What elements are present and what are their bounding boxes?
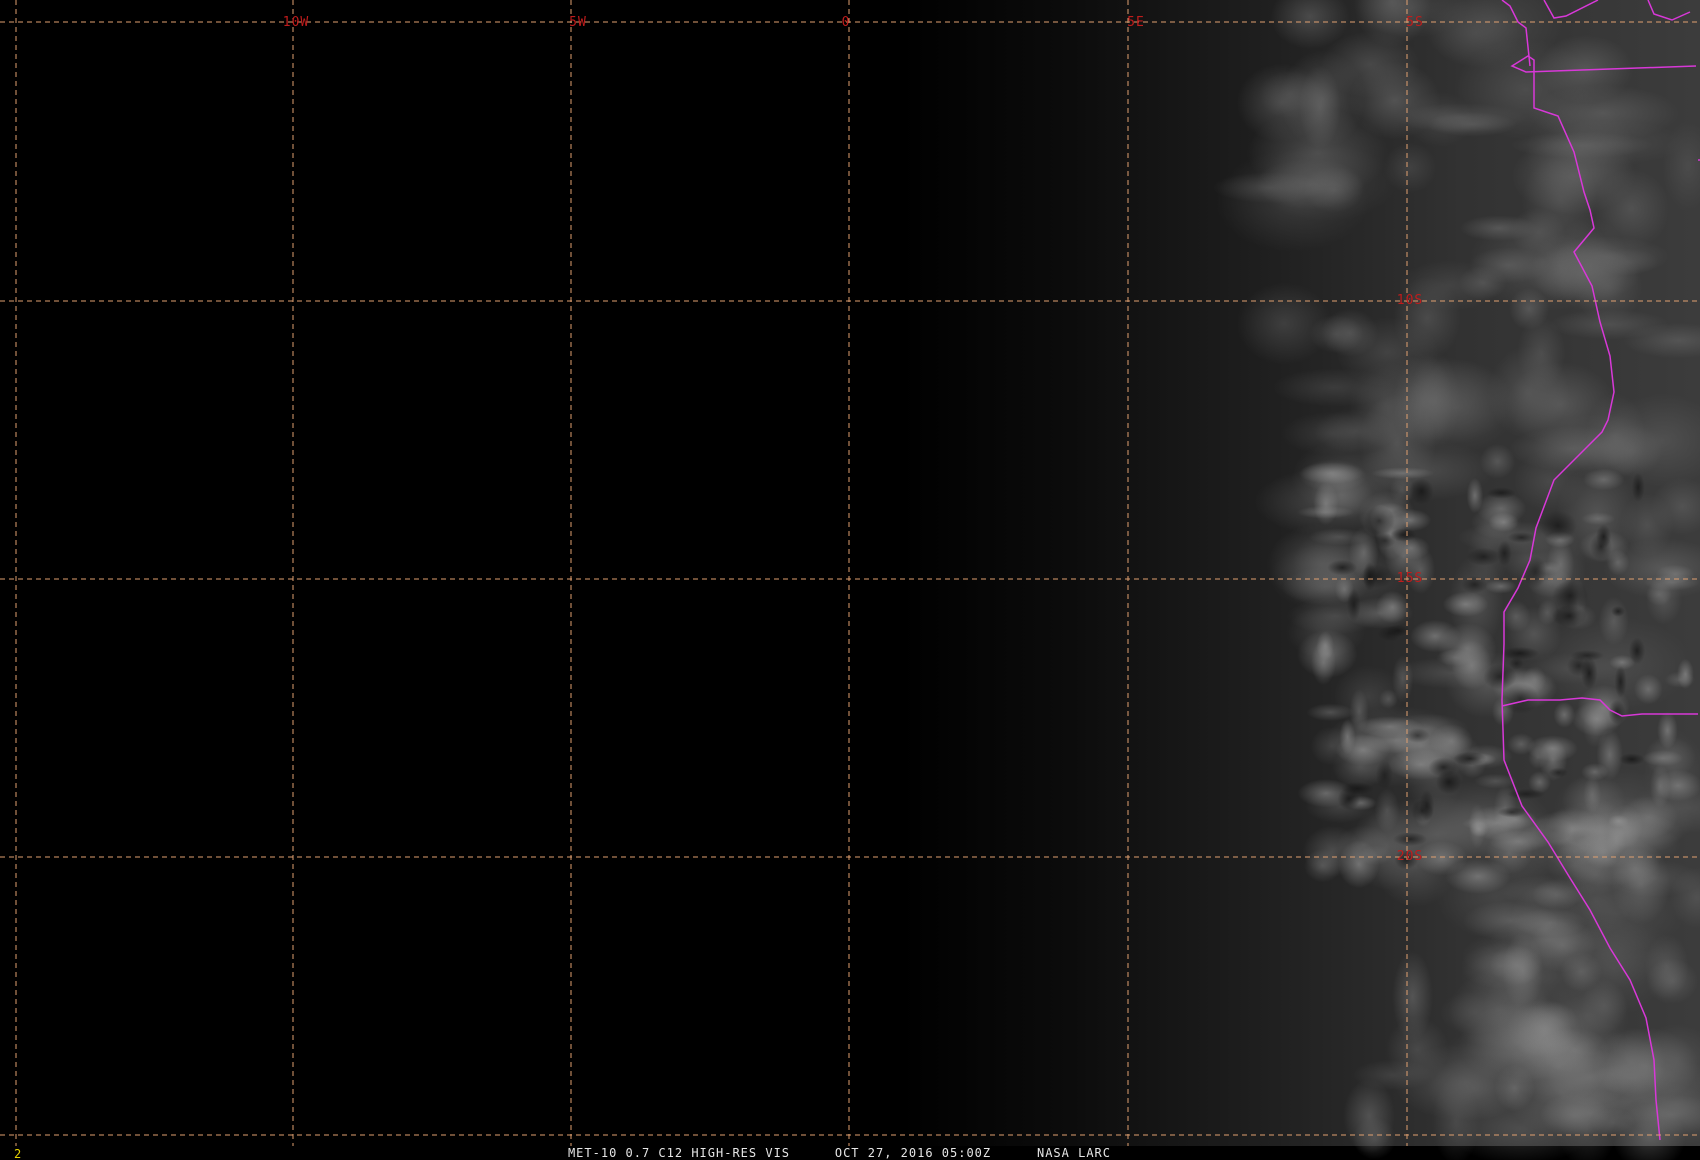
cloud-patch: [1374, 788, 1400, 832]
cloud-patch: [1327, 559, 1358, 576]
cloud-patch: [1592, 1027, 1699, 1104]
cloud-patch: [1634, 674, 1663, 705]
cloud-patch: [1370, 467, 1435, 480]
cloud-patch: [1509, 1027, 1607, 1106]
cloud-patch: [1489, 944, 1543, 986]
cloud-patch: [1466, 547, 1501, 566]
cloud-patch: [1337, 787, 1360, 811]
cloud-patch: [1642, 750, 1684, 767]
cloud-patch: [1386, 1017, 1449, 1082]
cloud-patch: [1379, 689, 1398, 709]
cloud-patch: [1539, 510, 1577, 542]
cloud-patch: [1393, 832, 1428, 846]
cloud-patch: [1645, 575, 1682, 625]
frame-number: 2: [14, 1147, 22, 1160]
cloud-patch: [1346, 588, 1361, 622]
cloud-patch: [1509, 287, 1550, 330]
cloud-patch: [1524, 555, 1547, 589]
cloud-patch: [1486, 487, 1516, 499]
cloud-patch: [1405, 545, 1436, 595]
satellite-map[interactable]: 10W 5W 0 5E 5S 10S 15S 20S 2 MET-10 0.7 …: [0, 0, 1700, 1160]
image-caption-bar: 2 MET-10 0.7 C12 HIGH-RES VIS OCT 27, 20…: [14, 1146, 1111, 1160]
cloud-patch: [1500, 600, 1531, 633]
cloud-patch: [1415, 841, 1469, 876]
lon-label-5e: 5E: [1127, 15, 1145, 30]
lon-label-5w: 5W: [569, 15, 587, 30]
cloud-patch: [1485, 579, 1517, 594]
cloud-patch: [1560, 952, 1603, 992]
cloud-patch: [1552, 580, 1589, 612]
cloud-patch: [1327, 715, 1394, 763]
cloud-patch: [1589, 533, 1613, 560]
cloud-patch: [1343, 1078, 1395, 1154]
cloud-patch: [1619, 753, 1645, 766]
cloud-patch: [1338, 840, 1380, 889]
cloud-patch: [1614, 665, 1627, 698]
cloud-patch: [1548, 767, 1569, 778]
lat-label-15s: 15S: [1397, 571, 1423, 586]
cloud-patch: [1527, 735, 1578, 762]
cloud-patch: [1657, 711, 1678, 749]
caption-timestamp: OCT 27, 2016 05:00Z: [835, 1146, 991, 1160]
cloud-patch: [1580, 656, 1598, 690]
cloud-patch: [1316, 631, 1334, 661]
lat-label-5s: 5S: [1406, 15, 1424, 30]
cloud-patch: [1438, 623, 1497, 675]
cloud-patch: [1461, 576, 1488, 594]
cloud-patch: [1570, 650, 1604, 661]
daylight-gradient: [0, 0, 1700, 1146]
cloud-patch: [1409, 478, 1434, 505]
satellite-image-canvas: 10W 5W 0 5E 5S 10S 15S 20S 2 MET-10 0.7 …: [0, 0, 1700, 1160]
lon-label-10w: 10W: [283, 15, 309, 30]
cloud-patch: [1563, 811, 1683, 857]
cloud-patch: [1375, 760, 1393, 790]
cloud-patch: [1405, 728, 1430, 743]
caption-source: NASA LARC: [1037, 1146, 1111, 1160]
cloud-patch: [1310, 469, 1373, 521]
cloud-patch: [1458, 265, 1507, 300]
cloud-patch: [1608, 699, 1626, 725]
cloud-patch: [1593, 168, 1669, 249]
cloud-patch: [1611, 606, 1625, 617]
lon-label-0: 0: [842, 15, 851, 30]
cloud-patch: [1598, 596, 1629, 646]
cloud-patch: [1596, 729, 1623, 781]
cloud-patch: [1257, 143, 1396, 222]
cloud-patch: [1507, 532, 1536, 543]
cloud-patch: [1631, 472, 1645, 502]
cloud-patch: [1377, 625, 1402, 642]
cloud-patch: [1497, 807, 1526, 818]
cloud-patch: [1511, 207, 1566, 257]
cloud-patch: [1419, 790, 1435, 822]
cloud-patch: [1359, 564, 1394, 588]
cloud-patch: [1272, 368, 1395, 407]
cloud-patch: [1664, 671, 1696, 688]
cloud-patch: [1513, 908, 1588, 937]
cloud-patch: [1487, 345, 1569, 439]
cloud-patch: [1582, 468, 1625, 491]
cloud-patch: [1591, 1108, 1636, 1137]
cloud-patch: [1628, 637, 1646, 665]
cloud-patch: [1553, 701, 1576, 728]
cloud-patch: [1442, 591, 1489, 617]
cloud-patch: [1390, 528, 1417, 542]
cloud-patch: [1363, 505, 1396, 536]
lat-label-10s: 10S: [1397, 293, 1423, 308]
cloud-patch: [1304, 848, 1342, 883]
cloud-patch: [1646, 958, 1699, 1004]
cloud-patch: [1497, 540, 1512, 566]
cloud-patch: [1321, 308, 1379, 357]
cloud-patch: [1507, 788, 1545, 800]
cloud-patch: [1452, 751, 1487, 766]
caption-product: MET-10 0.7 C12 HIGH-RES VIS: [568, 1146, 790, 1160]
cloud-patch: [1581, 512, 1616, 526]
satellite-imagery-layer: [0, 0, 1700, 1160]
cloud-patch: [1436, 649, 1475, 667]
cloud-patch: [1479, 443, 1515, 479]
cloud-patch: [1500, 646, 1540, 660]
lat-label-20s: 20S: [1397, 849, 1423, 864]
